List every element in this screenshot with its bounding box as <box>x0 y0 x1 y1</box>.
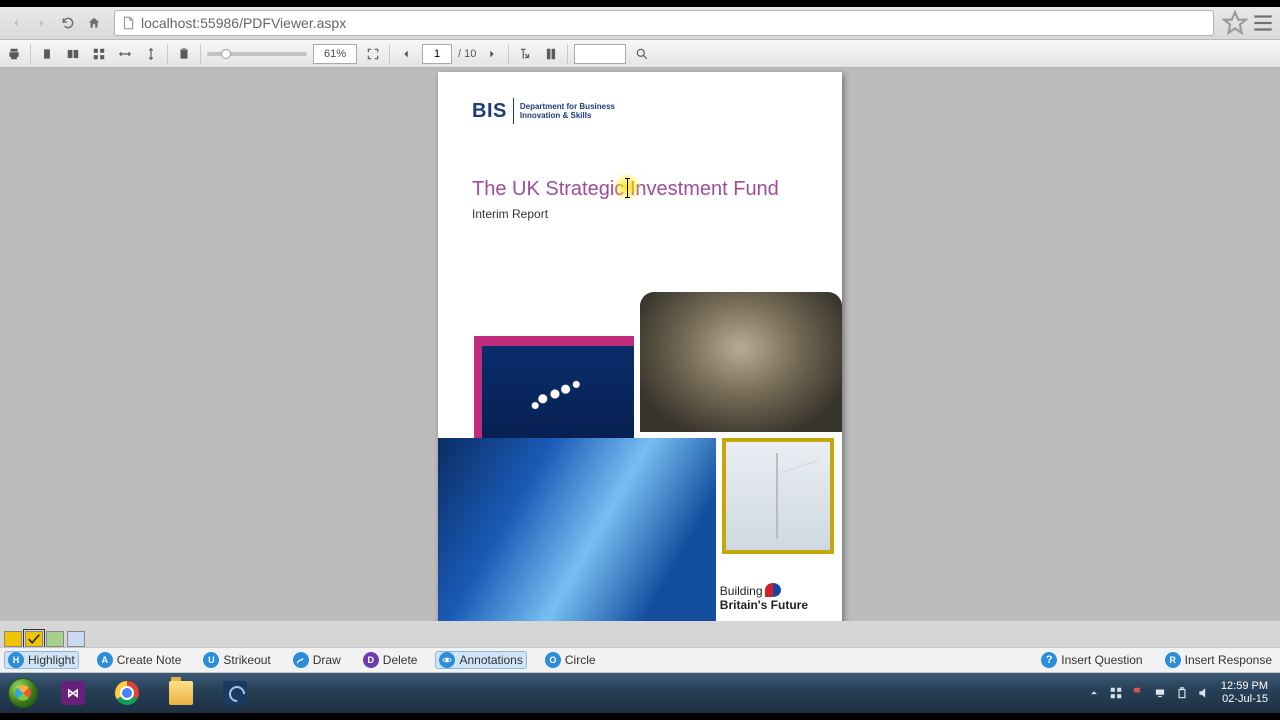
footer-logo: Building Britain's Future <box>720 583 808 612</box>
print-icon[interactable] <box>4 44 24 64</box>
home-button[interactable] <box>82 11 106 35</box>
address-bar[interactable] <box>114 10 1214 36</box>
menu-button[interactable] <box>1250 10 1276 36</box>
taskbar-visual-studio[interactable]: ⋈ <box>47 675 99 711</box>
strikeout-tool[interactable]: U Strikeout <box>199 651 274 669</box>
taskbar-app[interactable] <box>209 675 261 711</box>
system-tray[interactable]: 12:59 PM 02-Jul-15 <box>1079 680 1280 705</box>
tray-battery-icon[interactable] <box>1175 686 1189 700</box>
text-cursor-icon <box>627 178 628 198</box>
question-icon: ? <box>1041 652 1057 668</box>
zoom-slider[interactable] <box>207 44 307 64</box>
bookmarks-icon[interactable] <box>541 44 561 64</box>
insert-response-tool[interactable]: R Insert Response <box>1161 651 1276 669</box>
cover-image-2 <box>640 292 842 432</box>
tray-volume-icon[interactable] <box>1197 686 1211 700</box>
highlight-tool[interactable]: H Highlight <box>4 651 79 669</box>
highlight-color-palette <box>4 631 85 647</box>
tray-grid-icon[interactable] <box>1109 686 1123 700</box>
document-viewport[interactable]: BIS Department for Business Innovation &… <box>0 68 1280 621</box>
thumbnail-view-icon[interactable] <box>89 44 109 64</box>
cover-image-1 <box>482 346 634 442</box>
swirl-icon <box>765 583 781 597</box>
forward-button[interactable] <box>30 11 54 35</box>
clipboard-icon[interactable] <box>174 44 194 64</box>
two-page-icon[interactable] <box>63 44 83 64</box>
page-total-label: / 10 <box>458 48 476 60</box>
create-note-tool[interactable]: A Create Note <box>93 651 186 669</box>
pdf-toolbar: 61% / 10 <box>0 40 1280 68</box>
annotations-toggle[interactable]: Annotations <box>435 651 526 669</box>
logo-abbrev: BIS <box>472 100 507 123</box>
cover-image-3 <box>438 438 716 621</box>
next-page-icon[interactable] <box>482 44 502 64</box>
delete-tool[interactable]: D Delete <box>359 651 422 669</box>
draw-tool[interactable]: Draw <box>289 651 345 669</box>
taskbar-chrome[interactable] <box>101 675 153 711</box>
single-page-icon[interactable] <box>37 44 57 64</box>
annotation-toolbar: H Highlight A Create Note U Strikeout Dr… <box>0 647 1280 673</box>
search-input[interactable] <box>574 44 626 64</box>
reload-button[interactable] <box>56 11 80 35</box>
cover-image-4 <box>722 438 834 554</box>
windows-taskbar: ⋈ 12:59 PM 02-Jul-15 <box>0 673 1280 713</box>
tray-network-icon[interactable] <box>1153 686 1167 700</box>
document-subtitle: Interim Report <box>472 207 808 221</box>
fit-width-icon[interactable] <box>115 44 135 64</box>
fit-height-icon[interactable] <box>141 44 161 64</box>
image-collage <box>438 292 842 621</box>
taskbar-file-explorer[interactable] <box>155 675 207 711</box>
chrome-icon <box>115 681 139 705</box>
pdf-page: BIS Department for Business Innovation &… <box>438 72 842 621</box>
fullscreen-icon[interactable] <box>363 44 383 64</box>
prev-page-icon[interactable] <box>396 44 416 64</box>
zoom-value[interactable]: 61% <box>313 44 357 64</box>
back-button[interactable] <box>4 11 28 35</box>
tray-flag-icon[interactable] <box>1131 686 1145 700</box>
circle-tool[interactable]: O Circle <box>541 651 600 669</box>
url-input[interactable] <box>141 15 1207 31</box>
windows-logo-icon <box>8 678 38 708</box>
taskbar-clock[interactable]: 12:59 PM 02-Jul-15 <box>1221 680 1272 705</box>
text-select-icon[interactable] <box>515 44 535 64</box>
bookmark-button[interactable] <box>1222 10 1248 36</box>
color-swatch-2[interactable] <box>46 631 64 647</box>
page-icon <box>121 16 135 30</box>
color-swatch-1[interactable] <box>25 631 43 647</box>
folder-icon <box>169 681 193 705</box>
color-swatch-0[interactable] <box>4 631 22 647</box>
bis-logo: BIS Department for Business Innovation &… <box>472 98 808 124</box>
tray-show-hidden-icon[interactable] <box>1087 686 1101 700</box>
search-icon[interactable] <box>632 44 652 64</box>
insert-question-tool[interactable]: ? Insert Question <box>1037 651 1146 669</box>
color-swatch-3[interactable] <box>67 631 85 647</box>
page-number-input[interactable] <box>422 44 452 64</box>
start-button[interactable] <box>0 673 46 713</box>
browser-toolbar <box>0 7 1280 40</box>
document-title: The UK Strategic Investment Fund <box>472 178 808 201</box>
magnifier-icon <box>223 681 247 705</box>
